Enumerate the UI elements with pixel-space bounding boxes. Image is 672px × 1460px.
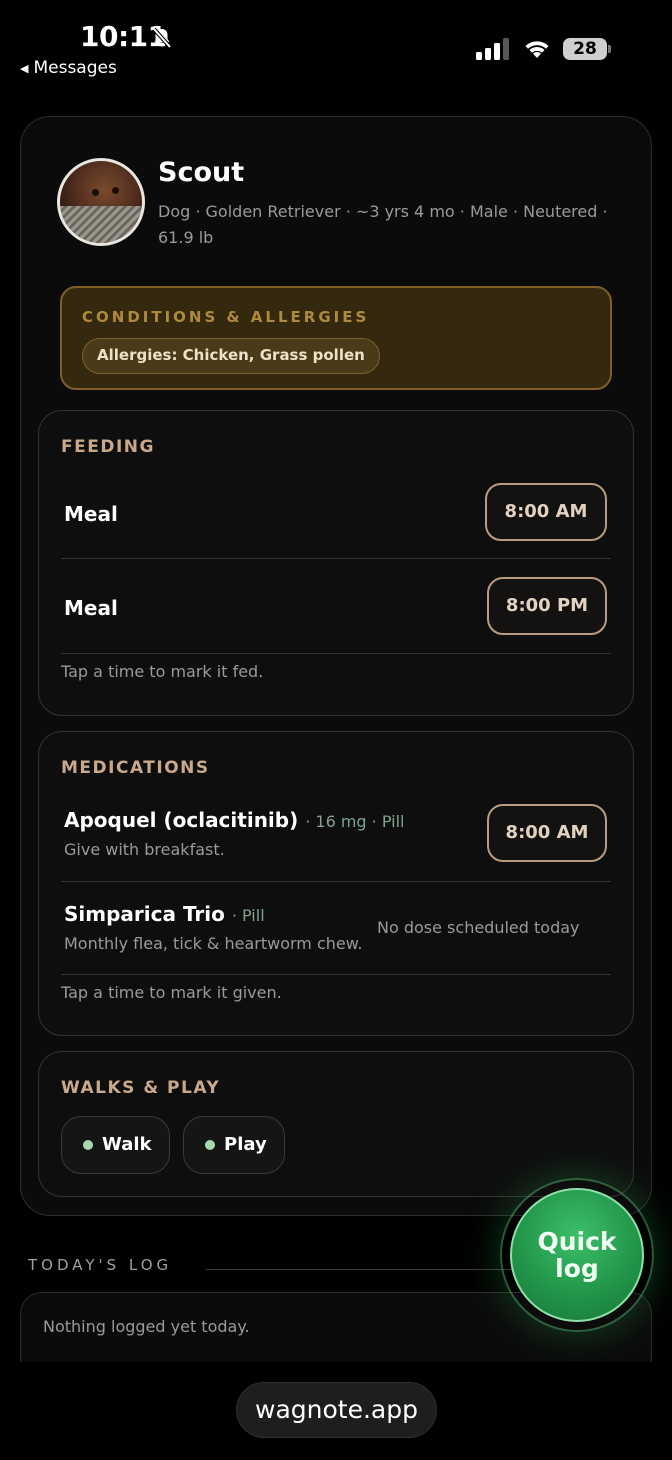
url-bar[interactable]: wagnote.app (236, 1382, 437, 1438)
walk-label: Walk (102, 1134, 152, 1155)
medications-section: MEDICATIONS Apoquel (oclacitinib) · 16 m… (38, 731, 634, 1036)
avatar-eye (92, 189, 99, 196)
feeding-hint: Tap a time to mark it fed. (61, 662, 264, 681)
conditions-title: CONDITIONS & ALLERGIES (82, 308, 370, 326)
walks-title: WALKS & PLAY (61, 1078, 221, 1098)
medication-time-button[interactable]: 8:00 AM (487, 804, 607, 862)
status-bar: 10:11 ◀ Messages 28 (0, 0, 672, 90)
battery-tip (608, 45, 611, 53)
wifi-icon (522, 36, 552, 64)
pet-profile-card: Scout Dog · Golden Retriever · ~3 yrs 4 … (20, 116, 652, 1216)
medication-meta: · 16 mg · Pill (305, 812, 405, 831)
pet-name: Scout (158, 157, 245, 188)
feeding-section: FEEDING Meal 8:00 AM Meal 8:00 PM Tap a … (38, 410, 634, 716)
medication-name: Simparica Trio (64, 902, 225, 926)
pet-avatar[interactable] (57, 158, 145, 246)
back-label: Messages (33, 58, 117, 78)
medication-name-line: Apoquel (oclacitinib) · 16 mg · Pill (64, 808, 404, 832)
divider (61, 974, 611, 975)
medications-hint: Tap a time to mark it given. (61, 983, 282, 1002)
pet-meta-line: Dog · Golden Retriever · ~3 yrs 4 mo · M… (158, 202, 608, 221)
divider (61, 653, 611, 654)
pet-meta: Dog · Golden Retriever · ~3 yrs 4 mo · M… (158, 199, 628, 251)
medication-note: Monthly flea, tick & heartworm chew. (64, 934, 363, 953)
walks-play-section: WALKS & PLAY Walk Play (38, 1051, 634, 1197)
todays-log-title: TODAY'S LOG (28, 1256, 173, 1274)
meal-time-button[interactable]: 8:00 AM (485, 483, 607, 541)
silent-bell-icon (150, 26, 174, 54)
avatar-eye (112, 187, 119, 194)
divider (61, 558, 611, 559)
medications-title: MEDICATIONS (61, 758, 210, 778)
no-dose-status: No dose scheduled today (377, 918, 580, 937)
back-arrow-icon: ◀ (20, 62, 29, 75)
back-to-messages[interactable]: ◀ Messages (20, 58, 117, 78)
quick-log-label: Quick log (537, 1227, 617, 1283)
divider (206, 1269, 546, 1270)
pet-meta-line: 61.9 lb (158, 228, 214, 247)
avatar-blanket (60, 206, 142, 243)
divider (61, 881, 611, 882)
medication-name-line: Simparica Trio · Pill (64, 902, 265, 926)
battery-indicator: 28 (563, 38, 607, 60)
medication-meta: · Pill (231, 906, 265, 925)
quick-log-button[interactable]: Quick log (510, 1188, 644, 1322)
medication-name: Apoquel (oclacitinib) (64, 808, 299, 832)
play-label: Play (224, 1134, 267, 1155)
conditions-allergies-panel: CONDITIONS & ALLERGIES Allergies: Chicke… (60, 286, 612, 390)
walk-chip[interactable]: Walk (61, 1116, 170, 1174)
medication-note: Give with breakfast. (64, 840, 225, 859)
status-dot-icon (205, 1140, 215, 1150)
allergy-chip: Allergies: Chicken, Grass pollen (82, 338, 380, 374)
play-chip[interactable]: Play (183, 1116, 285, 1174)
log-empty-message: Nothing logged yet today. (43, 1317, 250, 1336)
meal-label: Meal (64, 502, 118, 526)
status-dot-icon (83, 1140, 93, 1150)
meal-label: Meal (64, 596, 118, 620)
feeding-title: FEEDING (61, 437, 155, 457)
meal-time-button[interactable]: 8:00 PM (487, 577, 607, 635)
cellular-signal-icon (476, 38, 510, 64)
